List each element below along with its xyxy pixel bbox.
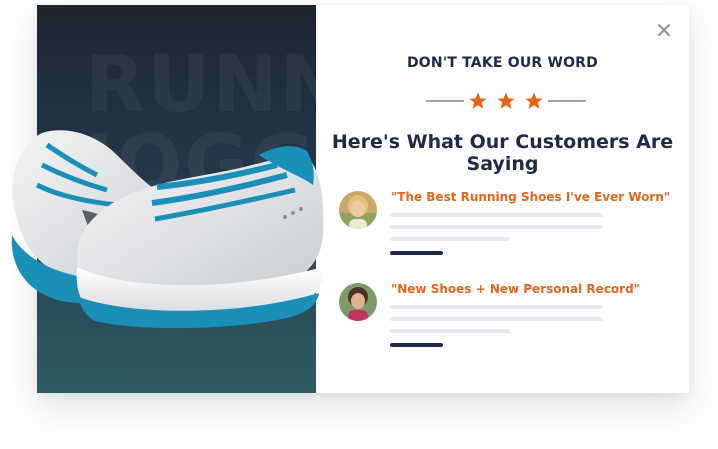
divider-line-right [548,100,586,102]
rating-divider [426,91,586,111]
review-text-placeholder [390,329,510,333]
reviewer-name-placeholder [390,343,443,347]
star-icon [525,92,543,109]
review-text-placeholder [390,213,603,217]
page-stage: RUNNERJOGGER [0,0,718,449]
page-title: Here's What Our Customers Are Saying [331,131,674,175]
review-text-placeholder [390,317,603,321]
testimonial-content: DON'T TAKE OUR WORD Here's What Our Cust… [316,5,689,393]
review-item: "The Best Running Shoes I've Ever Worn" [339,190,671,260]
customer-avatar [339,191,377,229]
customer-avatar [339,283,377,321]
review-text-placeholder [390,237,510,241]
divider-line-left [426,100,464,102]
reviewer-name-placeholder [390,251,443,255]
review-quote: "The Best Running Shoes I've Ever Worn" [391,190,671,204]
review-item: "New Shoes + New Personal Record" [339,282,669,352]
review-text-placeholder [390,225,603,229]
review-text-placeholder [390,305,603,309]
star-icon [469,92,487,109]
testimonial-modal: RUNNERJOGGER [11,5,689,393]
running-shoe-image [11,130,324,329]
star-icon [497,92,515,109]
review-quote: "New Shoes + New Personal Record" [391,282,640,296]
rating-stars [469,92,543,109]
eyebrow-heading: DON'T TAKE OUR WORD [406,55,598,71]
